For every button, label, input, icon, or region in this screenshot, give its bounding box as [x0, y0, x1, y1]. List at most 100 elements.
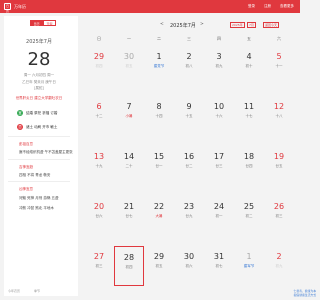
today-button[interactable]: 返回今天 [263, 22, 280, 28]
year-select[interactable]: 2025年 [230, 22, 245, 28]
day-cell[interactable]: 31 初七 [204, 246, 234, 286]
day-cell[interactable]: 7 小暑 [114, 96, 144, 136]
lunar-label: 二十 [125, 164, 133, 168]
day-cell[interactable]: 23 廿九 [174, 196, 204, 236]
lunar-label: 初六 [185, 264, 193, 268]
day-cell[interactable]: 16 廿二 [174, 146, 204, 186]
section-label: 吉神宜趋 [19, 165, 33, 169]
day-cell[interactable]: 21 廿七 [114, 196, 144, 236]
day-number: 2 [186, 52, 192, 61]
lunar-label: 廿五 [275, 164, 283, 168]
login-link[interactable]: 登录 [248, 4, 255, 9]
day-number: 31 [213, 252, 225, 261]
suitable-row: 宜 结婚 祭祀 祈福 订婚 [17, 110, 57, 116]
day-cell[interactable]: 18 廿四 [234, 146, 264, 186]
day-cell[interactable]: 9 十五 [174, 96, 204, 136]
day-cell[interactable]: 2 初八 [174, 46, 204, 86]
divider [8, 136, 70, 137]
footer-item[interactable]: 季节 [34, 289, 40, 293]
tab-holidays[interactable]: 节假 [43, 20, 56, 26]
day-cell[interactable]: 25 初二 [234, 196, 264, 236]
weekday-header: 二 [157, 36, 161, 41]
day-cell[interactable]: 27 初三 [84, 246, 114, 286]
bottom-note: 仁者寿，健康为本 提倡健康生活方式 [294, 289, 316, 297]
day-number: 23 [183, 202, 195, 211]
day-cell[interactable]: 30 初六 [174, 246, 204, 286]
register-link[interactable]: 注册 [264, 4, 271, 9]
month-controls: < 2025年7月 > 2025年 7月 返回今天 [100, 22, 300, 30]
day-number: 6 [96, 102, 102, 111]
day-number: 2 [276, 252, 282, 261]
day-cell[interactable]: 26 初三 [264, 196, 294, 236]
tab-calendar[interactable]: 日历 [30, 20, 43, 26]
day-number: 7 [126, 102, 132, 111]
day-cell[interactable]: 12 十八 [264, 96, 294, 136]
day-cell[interactable]: 28 初四 [114, 246, 144, 286]
more-link[interactable]: 查看更多 [280, 4, 294, 9]
day-cell[interactable]: 1 建军节 [234, 246, 264, 286]
section-text: 四相 不将 青龙 敬安 [19, 173, 51, 177]
day-cell[interactable]: 3 初九 [204, 46, 234, 86]
weekday-header: 三 [187, 36, 191, 41]
lunar-label: 廿二 [185, 164, 193, 168]
day-number: 17 [213, 152, 225, 161]
day-cell[interactable]: 11 十七 [234, 96, 264, 136]
lunar-label: 廿九 [185, 214, 193, 218]
day-cell[interactable]: 13 十九 [84, 146, 114, 186]
calendar-grid: 日一二三四五六 29 初四 30 初五 1 建党节 2 初八 3 初九 4 初十 5 十一 6 十二 7 小暑 8 十四… [84, 34, 296, 296]
day-number: 22 [153, 202, 165, 211]
day-cell[interactable]: 29 初五 [144, 246, 174, 286]
day-cell[interactable]: 24 初一 [204, 196, 234, 236]
lunar-label: 初二 [245, 214, 253, 218]
day-cell[interactable]: 14 二十 [114, 146, 144, 186]
view-toggle: 日历 节假 [30, 20, 56, 26]
day-number: 10 [213, 102, 225, 111]
footer-item[interactable]: 今年农历 [8, 289, 20, 293]
day-cell[interactable]: 5 十一 [264, 46, 294, 86]
day-cell[interactable]: 6 十二 [84, 96, 114, 136]
day-cell[interactable]: 17 廿三 [204, 146, 234, 186]
day-cell[interactable]: 10 十六 [204, 96, 234, 136]
day-number: 12 [273, 102, 285, 111]
day-cell[interactable]: 4 初十 [234, 46, 264, 86]
prev-month-button[interactable]: < [160, 22, 164, 27]
lunar-label: 初十 [245, 64, 253, 68]
lunar-label: 廿四 [245, 164, 253, 168]
day-cell[interactable]: 2 初九 [264, 246, 294, 286]
day-cell[interactable]: 30 初五 [114, 46, 144, 86]
day-cell[interactable]: 29 初四 [84, 46, 114, 86]
day-number: 25 [243, 202, 255, 211]
lunar-label: 初七 [215, 264, 223, 268]
weekday-header: 一 [127, 36, 131, 41]
day-number: 29 [153, 252, 165, 261]
avoid-text: 诸土 动刷 开市 敏土 [26, 124, 58, 129]
next-month-button[interactable]: > [200, 22, 204, 27]
day-cell[interactable]: 15 廿一 [144, 146, 174, 186]
day-cell[interactable]: 20 廿六 [84, 196, 114, 236]
month-select[interactable]: 7月 [247, 22, 256, 28]
lunar-label: 初五 [155, 264, 163, 268]
section-label: 彭祖百忌 [19, 142, 33, 146]
lunar-label: 初三 [95, 264, 103, 268]
day-cell[interactable]: 22 大暑 [144, 196, 174, 236]
lunar-label: 初三 [275, 214, 283, 218]
app-logo: 日历 [4, 3, 11, 13]
day-cell[interactable]: 1 建党节 [144, 46, 174, 86]
day-number: 18 [243, 152, 255, 161]
day-number: 5 [276, 52, 282, 61]
selected-year-month: 2025年7月 [26, 39, 52, 45]
day-number: 28 [123, 253, 135, 262]
lunar-label: 廿七 [125, 214, 133, 218]
day-cell[interactable]: 8 十四 [144, 96, 174, 136]
left-footer: 今年农历 季节 [8, 289, 40, 293]
lunar-label: 初九 [275, 264, 283, 268]
day-number: 1 [156, 52, 162, 61]
day-number: 1 [246, 252, 252, 261]
day-number: 3 [216, 52, 222, 61]
lunar-label: 十二 [95, 114, 103, 118]
lunar-label: 初四 [125, 265, 133, 269]
lunar-label: 小暑 [125, 114, 133, 118]
day-number: 20 [93, 202, 105, 211]
day-number: 15 [153, 152, 165, 161]
day-cell[interactable]: 19 廿五 [264, 146, 294, 186]
